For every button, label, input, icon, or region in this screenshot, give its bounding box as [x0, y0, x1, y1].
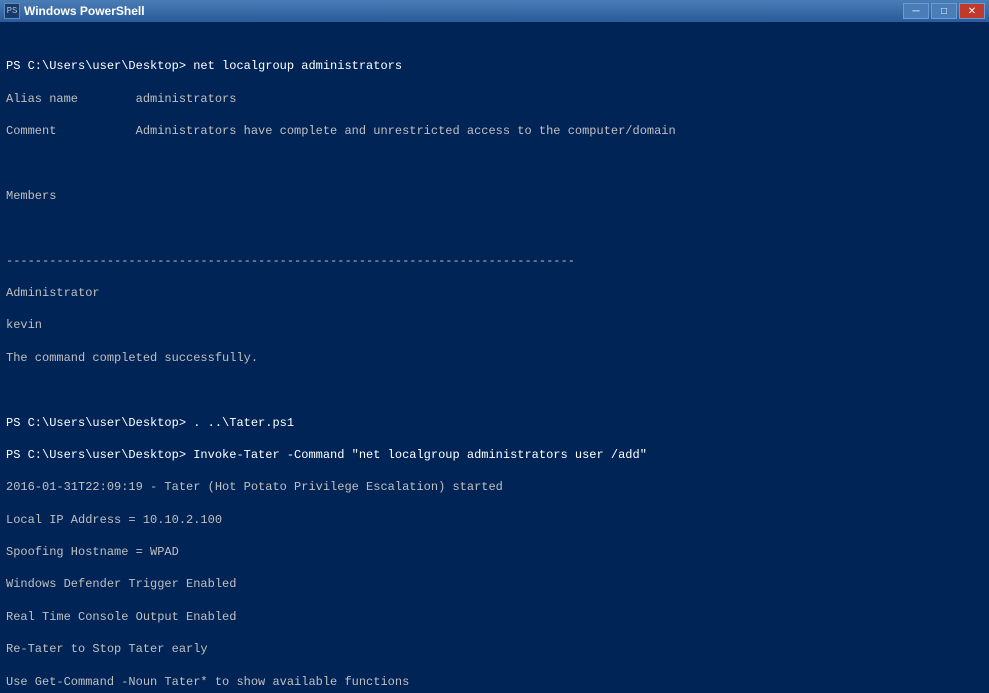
console-line: Re-Tater to Stop Tater early: [6, 641, 983, 657]
powershell-window: PS Windows PowerShell ─ □ ✕ PS C:\Users\…: [0, 0, 989, 693]
icon-label: PS: [7, 6, 18, 16]
minimize-button[interactable]: ─: [903, 3, 929, 19]
window-controls: ─ □ ✕: [903, 3, 985, 19]
console-line: Windows Defender Trigger Enabled: [6, 576, 983, 592]
console-line: [6, 220, 983, 236]
console-line: PS C:\Users\user\Desktop> . ..\Tater.ps1: [6, 415, 983, 431]
console-line: 2016-01-31T22:09:19 - Tater (Hot Potato …: [6, 479, 983, 495]
console-line: ----------------------------------------…: [6, 253, 983, 269]
console-line: Administrator: [6, 285, 983, 301]
console-line: Alias name administrators: [6, 91, 983, 107]
console-line: The command completed successfully.: [6, 350, 983, 366]
console-line: Use Get-Command -Noun Tater* to show ava…: [6, 674, 983, 690]
powershell-icon: PS: [4, 3, 20, 19]
console-line: kevin: [6, 317, 983, 333]
console-line: Spoofing Hostname = WPAD: [6, 544, 983, 560]
maximize-button[interactable]: □: [931, 3, 957, 19]
console-line: Comment Administrators have complete and…: [6, 123, 983, 139]
console-line: PS C:\Users\user\Desktop> Invoke-Tater -…: [6, 447, 983, 463]
console-line: Real Time Console Output Enabled: [6, 609, 983, 625]
title-bar-left: PS Windows PowerShell: [4, 3, 145, 19]
console-line: Members: [6, 188, 983, 204]
close-button[interactable]: ✕: [959, 3, 985, 19]
console-line: PS C:\Users\user\Desktop> net localgroup…: [6, 58, 983, 74]
window-title: Windows PowerShell: [24, 4, 145, 18]
console-line: [6, 156, 983, 172]
console-line: [6, 382, 983, 398]
console-output[interactable]: PS C:\Users\user\Desktop> net localgroup…: [0, 22, 989, 693]
title-bar: PS Windows PowerShell ─ □ ✕: [0, 0, 989, 22]
console-line: Local IP Address = 10.10.2.100: [6, 512, 983, 528]
